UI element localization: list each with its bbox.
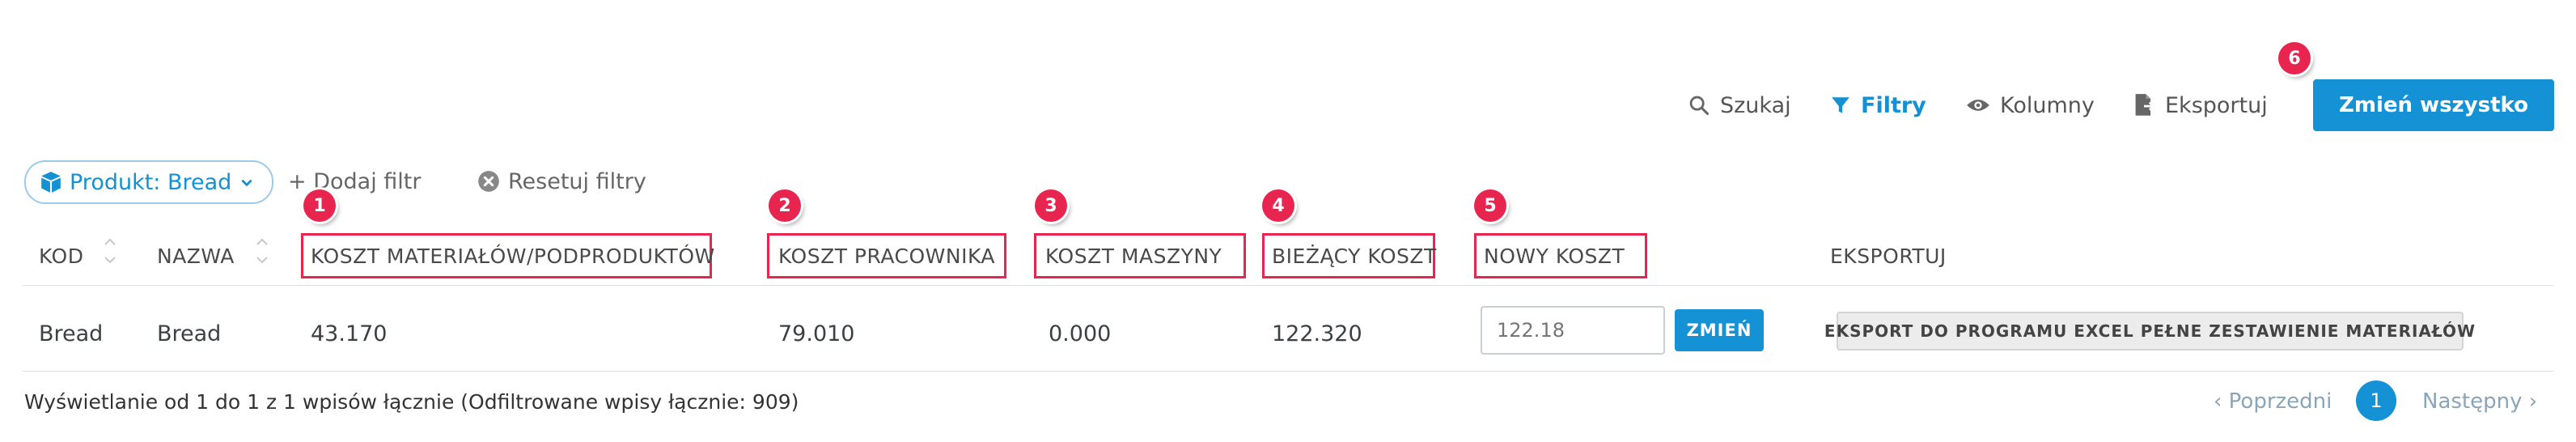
filters-button[interactable]: Filtry xyxy=(1830,89,1926,121)
cell-current-cost: 122.320 xyxy=(1272,321,1362,346)
add-filter-button[interactable]: + Dodaj filtr xyxy=(288,165,421,198)
new-cost-input[interactable] xyxy=(1481,306,1665,355)
cell-nazwa: Bread xyxy=(157,321,222,346)
export-button[interactable]: Eksportuj xyxy=(2133,89,2268,121)
marker-2: 2 xyxy=(769,189,801,222)
export-excel-button[interactable]: EKSPORT DO PROGRAMU EXCEL PEŁNE ZESTAWIE… xyxy=(1824,312,2475,351)
table-info-text: Wyświetlanie od 1 do 1 z 1 wpisów łączni… xyxy=(24,389,799,414)
pagination-previous[interactable]: ‹ Poprzedni xyxy=(2214,385,2332,418)
columns-label: Kolumny xyxy=(2000,92,2095,118)
header-divider xyxy=(23,285,2553,286)
column-header-material-cost: KOSZT MATERIAŁÓW/PODPRODUKTÓW xyxy=(311,244,715,268)
product-filter-chip[interactable]: Produkt: Bread xyxy=(24,160,274,204)
cell-kod: Bread xyxy=(39,321,104,346)
sort-icon[interactable] xyxy=(102,235,118,267)
export-label: Eksportuj xyxy=(2165,92,2268,118)
pagination-current-page[interactable]: 1 xyxy=(2356,380,2396,421)
pagination-next[interactable]: Następny › xyxy=(2422,385,2537,418)
column-header-worker-cost: KOSZT PRACOWNIKA xyxy=(778,244,995,268)
column-header-kod[interactable]: KOD xyxy=(39,240,83,272)
cube-icon xyxy=(41,172,61,193)
filters-label: Filtry xyxy=(1861,92,1926,118)
marker-6: 6 xyxy=(2278,42,2311,74)
row-divider xyxy=(23,371,2553,372)
cell-material-cost: 43.170 xyxy=(311,321,388,346)
column-header-current-cost: BIEŻĄCY KOSZT xyxy=(1272,244,1437,268)
file-export-icon xyxy=(2135,94,2155,116)
search-icon xyxy=(1689,96,1710,116)
change-button[interactable]: ZMIEŃ xyxy=(1675,309,1764,351)
marker-5: 5 xyxy=(1474,189,1506,222)
column-header-machine-cost: KOSZT MASZYNY xyxy=(1045,244,1222,268)
eye-icon xyxy=(1967,100,1989,111)
cell-worker-cost: 79.010 xyxy=(778,321,855,346)
search-button[interactable]: Szukaj xyxy=(1688,89,1791,121)
column-header-export: EKSPORTUJ xyxy=(1830,244,1947,268)
close-circle-icon xyxy=(478,171,499,192)
column-header-new-cost: NOWY KOSZT xyxy=(1484,244,1625,268)
change-all-button[interactable]: Zmień wszystko xyxy=(2313,79,2554,131)
chevron-down-icon xyxy=(241,179,252,187)
columns-button[interactable]: Kolumny xyxy=(1966,89,2095,121)
marker-3: 3 xyxy=(1035,189,1067,222)
search-label: Szukaj xyxy=(1720,92,1791,118)
column-header-nazwa[interactable]: NAZWA xyxy=(157,240,235,272)
reset-filters-label: Resetuj filtry xyxy=(508,168,646,194)
reset-filters-button[interactable]: Resetuj filtry xyxy=(477,165,646,198)
cell-machine-cost: 0.000 xyxy=(1049,321,1112,346)
product-filter-label: Produkt: Bread xyxy=(70,169,232,195)
marker-4: 4 xyxy=(1262,189,1294,222)
marker-1: 1 xyxy=(303,189,336,222)
sort-icon[interactable] xyxy=(254,235,270,267)
filter-icon xyxy=(1832,97,1849,113)
